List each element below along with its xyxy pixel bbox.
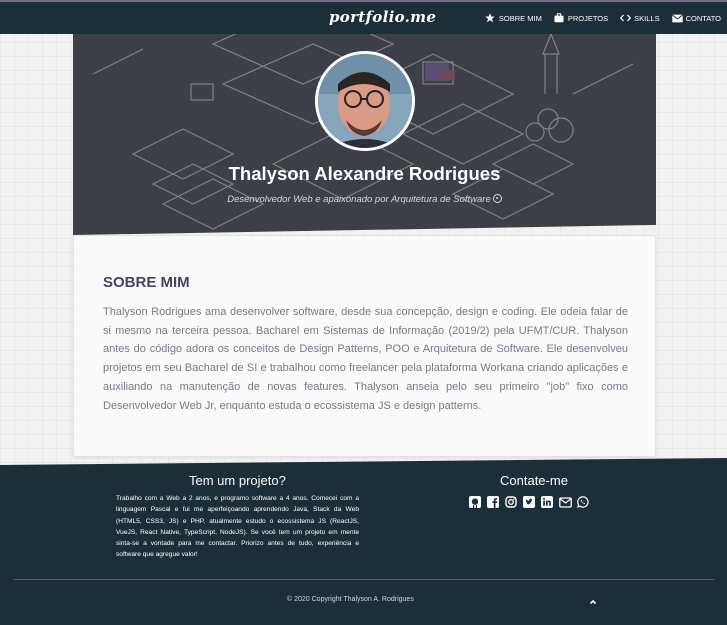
envelope-icon	[671, 13, 683, 23]
instagram-icon[interactable]	[504, 495, 518, 509]
email-icon[interactable]	[558, 495, 572, 509]
hero-subtitle-text: Desenvolvedor Web e apaixonado por Arqui…	[227, 194, 491, 205]
nav-item-label: PROJETOS	[567, 13, 609, 23]
navbar: portfolio.me SOBRE MIM PROJETOS SKILLS C…	[0, 0, 727, 34]
twitter-icon[interactable]	[522, 495, 536, 509]
project-title: Tem um projeto?	[189, 473, 286, 488]
copyright-text: © 2020 Copyright Thalyson A. Rodrigues	[287, 596, 414, 603]
avatar	[315, 51, 415, 151]
about-card: SOBRE MIM Thalyson Rodrigues ama desenvo…	[73, 235, 656, 457]
nav-item-skills[interactable]: SKILLS	[620, 13, 660, 23]
project-text: Trabalho com a Web a 2 anos, e programo …	[116, 495, 359, 559]
brand-logo[interactable]: portfolio.me	[329, 8, 436, 26]
hero-name: Thalyson Alexandre Rodrigues	[228, 163, 501, 184]
hero-banner: Thalyson Alexandre Rodrigues Desenvolved…	[73, 34, 656, 235]
nav-item-contato[interactable]: CONTATO	[671, 13, 721, 23]
nav-menu: SOBRE MIM PROJETOS SKILLS CONTATO	[485, 13, 721, 23]
nav-item-projetos[interactable]: PROJETOS	[554, 13, 608, 23]
contact-title: Contate-me	[500, 473, 568, 488]
nav-item-sobre-mim[interactable]: SOBRE MIM	[485, 13, 542, 23]
social-links	[468, 495, 590, 509]
briefcase-icon	[554, 13, 565, 23]
chevron-up-icon[interactable]	[588, 594, 598, 605]
nav-item-label: CONTATO	[685, 13, 721, 23]
nav-item-label: SOBRE MIM	[498, 13, 542, 23]
footer-divider	[14, 579, 714, 580]
about-title: SOBRE MIM	[103, 274, 190, 291]
profile-photo	[318, 54, 412, 148]
about-text: Thalyson Rodrigues ama desenvolver softw…	[103, 306, 628, 412]
whatsapp-icon[interactable]	[576, 495, 590, 509]
nav-item-label: SKILLS	[634, 13, 660, 23]
hero-subtitle: Desenvolvedor Web e apaixonado por Arqui…	[73, 194, 656, 205]
footer: Tem um projeto? Trabalho com a Web a 2 a…	[0, 458, 727, 625]
code-icon	[620, 13, 632, 23]
linkedin-icon[interactable]	[540, 495, 554, 509]
facebook-icon[interactable]	[486, 495, 500, 509]
target-icon	[492, 194, 502, 203]
star-icon	[485, 13, 496, 23]
github-icon[interactable]	[468, 495, 482, 509]
